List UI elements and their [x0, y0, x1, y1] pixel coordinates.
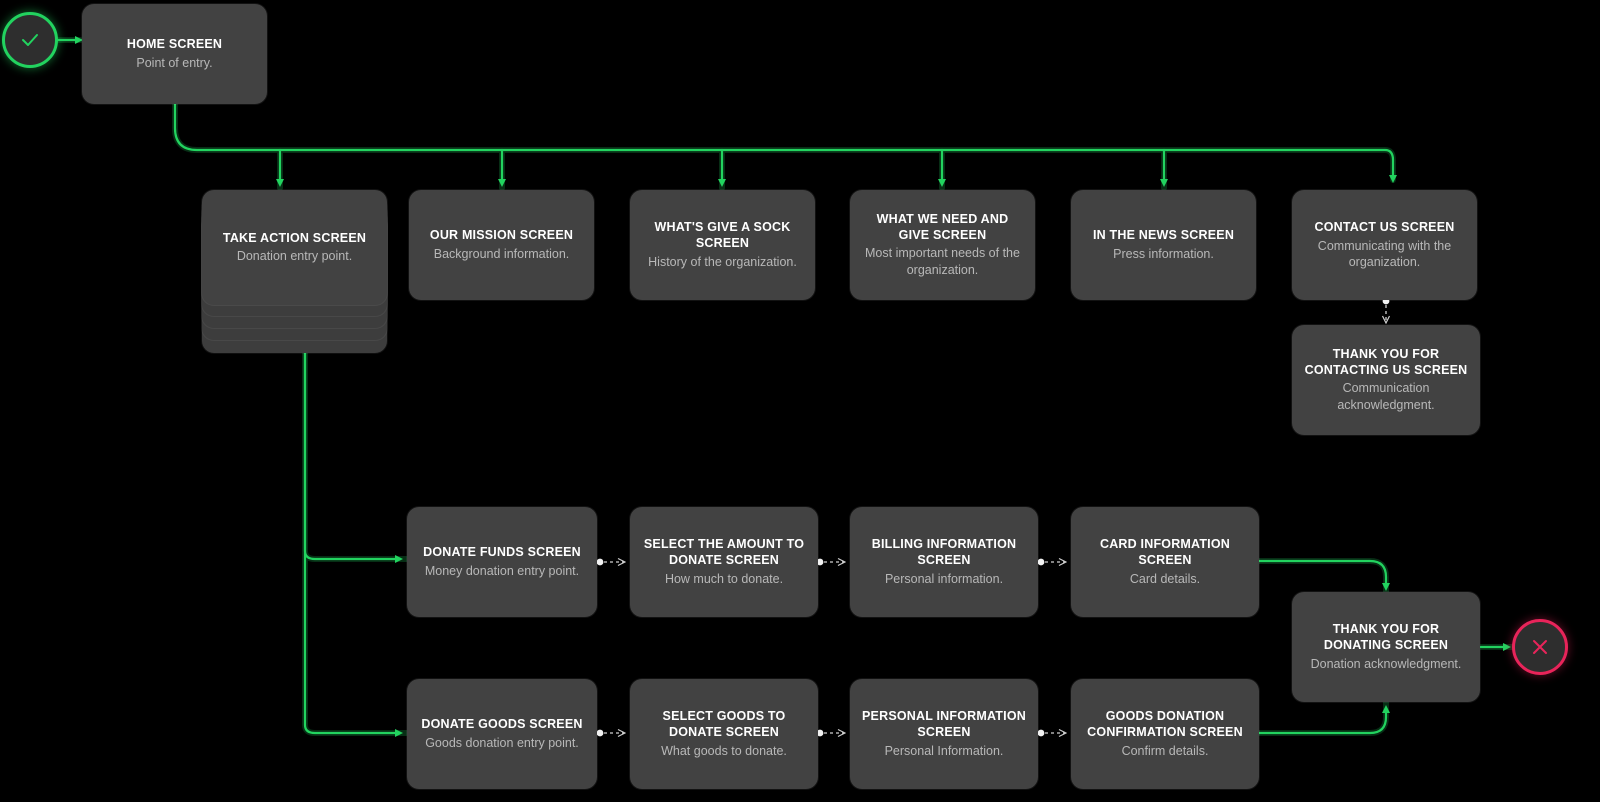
- node-take-action-screen[interactable]: TAKE ACTION SCREEN Donation entry point.: [202, 190, 387, 305]
- node-billing-information-screen[interactable]: BILLING INFORMATION SCREEN Personal info…: [850, 507, 1038, 617]
- node-personal-information-screen[interactable]: PERSONAL INFORMATION SCREEN Personal Inf…: [850, 679, 1038, 789]
- edge-card-info-to-thank-you-donating: [1256, 559, 1390, 591]
- node-subtitle: Personal Information.: [884, 743, 1004, 758]
- node-donate-funds-screen[interactable]: DONATE FUNDS SCREEN Money donation entry…: [407, 507, 597, 617]
- node-donate-goods-screen[interactable]: DONATE GOODS SCREEN Goods donation entry…: [407, 679, 597, 789]
- node-card-information-screen[interactable]: CARD INFORMATION SCREEN Card details.: [1071, 507, 1259, 617]
- node-thank-you-for-contacting-us-screen[interactable]: THANK YOU FOR CONTACTING US SCREEN Commu…: [1292, 325, 1480, 435]
- node-title: BILLING INFORMATION SCREEN: [871, 537, 1017, 567]
- node-thank-you-for-donating-screen[interactable]: THANK YOU FOR DONATING SCREEN Donation a…: [1292, 592, 1480, 702]
- node-title: IN THE NEWS SCREEN: [1092, 228, 1235, 243]
- node-title: GOODS DONATION CONFIRMATION SCREEN: [1087, 709, 1243, 739]
- node-title: HOME SCREEN: [126, 37, 223, 52]
- node-title: THANK YOU FOR DONATING SCREEN: [1323, 622, 1449, 652]
- node-select-the-amount-to-donate-screen[interactable]: SELECT THE AMOUNT TO DONATE SCREEN How m…: [630, 507, 818, 617]
- node-title: OUR MISSION SCREEN: [429, 228, 574, 243]
- link-dot: [1037, 729, 1045, 737]
- node-subtitle: Point of entry.: [136, 55, 213, 70]
- node-home-screen[interactable]: HOME SCREEN Point of entry.: [82, 4, 267, 104]
- edge-take-action-to-donate-funds: [303, 350, 403, 563]
- node-title: DONATE GOODS SCREEN: [421, 717, 583, 732]
- node-title: SELECT THE AMOUNT TO DONATE SCREEN: [643, 537, 805, 567]
- node-subtitle: Communication acknowledgment.: [1337, 381, 1435, 412]
- close-icon: [1533, 640, 1547, 654]
- node-what-we-need-and-give-screen[interactable]: WHAT WE NEED AND GIVE SCREEN Most import…: [850, 190, 1035, 300]
- node-select-goods-to-donate-screen[interactable]: SELECT GOODS TO DONATE SCREEN What goods…: [630, 679, 818, 789]
- node-subtitle: Most important needs of the organization…: [865, 246, 1020, 277]
- node-subtitle: Personal information.: [884, 571, 1004, 586]
- flowchart-canvas: HOME SCREEN Point of entry. TAKE ACTION …: [0, 0, 1600, 802]
- check-icon: [22, 34, 38, 46]
- edge-home-to-bus: [173, 102, 1397, 183]
- node-subtitle: Donation entry point.: [236, 249, 353, 264]
- node-title: WHAT WE NEED AND GIVE SCREEN: [876, 212, 1009, 242]
- node-title: WHAT'S GIVE A SOCK SCREEN: [654, 220, 791, 250]
- node-subtitle: History of the organization.: [648, 254, 797, 269]
- node-whats-give-a-sock-screen[interactable]: WHAT'S GIVE A SOCK SCREEN History of the…: [630, 190, 815, 300]
- node-subtitle: Card details.: [1129, 571, 1201, 586]
- node-title: THANK YOU FOR CONTACTING US SCREEN: [1304, 347, 1468, 377]
- edge-goods-confirmation-to-thank-you-donating: [1256, 705, 1390, 735]
- node-subtitle: Press information.: [1113, 246, 1214, 261]
- node-subtitle: Communicating with the organization.: [1317, 238, 1452, 269]
- node-title: CARD INFORMATION SCREEN: [1099, 537, 1231, 567]
- link-dot: [596, 558, 604, 566]
- node-title: PERSONAL INFORMATION SCREEN: [862, 709, 1026, 739]
- node-subtitle: What goods to donate.: [661, 743, 787, 758]
- edge-take-action-to-donate-goods: [303, 350, 403, 737]
- link-dot: [596, 729, 604, 737]
- node-title: SELECT GOODS TO DONATE SCREEN: [662, 709, 786, 739]
- node-subtitle: Donation acknowledgment.: [1310, 656, 1462, 671]
- node-title: TAKE ACTION SCREEN: [222, 230, 367, 245]
- start-node[interactable]: [2, 12, 58, 68]
- node-subtitle: Goods donation entry point.: [425, 735, 579, 750]
- node-contact-us-screen[interactable]: CONTACT US SCREEN Communicating with the…: [1292, 190, 1477, 300]
- node-goods-donation-confirmation-screen[interactable]: GOODS DONATION CONFIRMATION SCREEN Confi…: [1071, 679, 1259, 789]
- node-subtitle: How much to donate.: [664, 571, 784, 586]
- node-in-the-news-screen[interactable]: IN THE NEWS SCREEN Press information.: [1071, 190, 1256, 300]
- node-title: CONTACT US SCREEN: [1314, 219, 1455, 234]
- node-subtitle: Background information.: [433, 246, 570, 261]
- link-dot: [1037, 558, 1045, 566]
- node-subtitle: Confirm details.: [1121, 743, 1209, 758]
- end-node[interactable]: [1512, 619, 1568, 675]
- node-title: DONATE FUNDS SCREEN: [423, 545, 581, 560]
- node-our-mission-screen[interactable]: OUR MISSION SCREEN Background informatio…: [409, 190, 594, 300]
- node-subtitle: Money donation entry point.: [424, 563, 580, 578]
